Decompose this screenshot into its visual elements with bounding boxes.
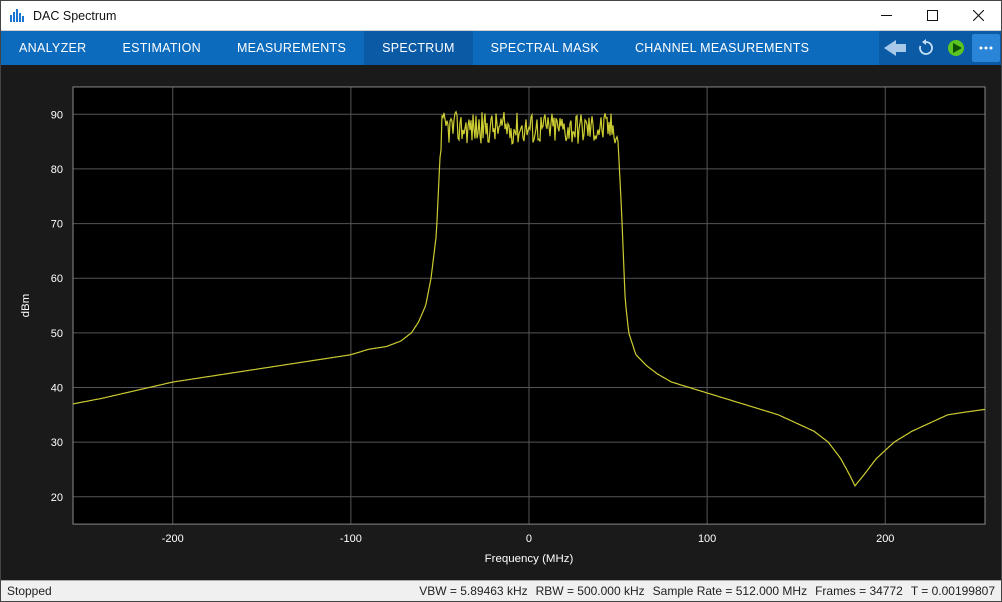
status-frames: Frames = 34772 xyxy=(815,584,903,598)
menubar-spacer xyxy=(827,31,879,65)
tab-spectrum[interactable]: SPECTRUM xyxy=(364,31,473,65)
status-rbw: RBW = 500.000 kHz xyxy=(536,584,645,598)
more-button[interactable] xyxy=(972,34,1000,62)
svg-text:-100: -100 xyxy=(340,533,362,545)
maximize-button[interactable] xyxy=(909,1,955,30)
close-button[interactable] xyxy=(955,1,1001,30)
svg-text:100: 100 xyxy=(698,533,716,545)
plot-area[interactable]: -200 -100 0 100 200 20 30 40 50 60 70 80 90 Frequency… xyxy=(1,65,1001,580)
minimize-button[interactable] xyxy=(863,1,909,30)
status-vbw: VBW = 5.89463 kHz xyxy=(419,584,527,598)
svg-text:200: 200 xyxy=(876,533,894,545)
status-state: Stopped xyxy=(7,584,52,598)
tab-analyzer[interactable]: ANALYZER xyxy=(1,31,104,65)
tab-estimation[interactable]: ESTIMATION xyxy=(104,31,218,65)
titlebar: DAC Spectrum xyxy=(1,1,1001,31)
svg-text:40: 40 xyxy=(51,382,63,394)
svg-text:70: 70 xyxy=(51,219,63,231)
tab-channel-measurements[interactable]: CHANNEL MEASUREMENTS xyxy=(617,31,827,65)
tab-measurements[interactable]: MEASUREMENTS xyxy=(219,31,364,65)
svg-text:90: 90 xyxy=(51,109,63,121)
svg-text:50: 50 xyxy=(51,328,63,340)
status-time: T = 0.00199807 xyxy=(911,584,995,598)
tab-spectral-mask[interactable]: SPECTRAL MASK xyxy=(473,31,617,65)
svg-text:dBm: dBm xyxy=(20,294,32,318)
back-button[interactable] xyxy=(879,39,911,57)
svg-text:80: 80 xyxy=(51,164,63,176)
status-sample-rate: Sample Rate = 512.000 MHz xyxy=(653,584,807,598)
statusbar: Stopped VBW = 5.89463 kHz RBW = 500.000 … xyxy=(1,580,1001,601)
svg-text:30: 30 xyxy=(51,437,63,449)
svg-text:-200: -200 xyxy=(162,533,184,545)
menubar: ANALYZER ESTIMATION MEASUREMENTS SPECTRU… xyxy=(1,31,1001,65)
svg-text:60: 60 xyxy=(51,273,63,285)
svg-text:20: 20 xyxy=(51,492,63,504)
svg-text:0: 0 xyxy=(526,533,532,545)
window-title: DAC Spectrum xyxy=(33,9,863,23)
reset-icon[interactable] xyxy=(912,34,940,62)
svg-text:Frequency (MHz): Frequency (MHz) xyxy=(485,553,574,565)
play-button[interactable] xyxy=(942,34,970,62)
app-icon xyxy=(9,8,25,24)
